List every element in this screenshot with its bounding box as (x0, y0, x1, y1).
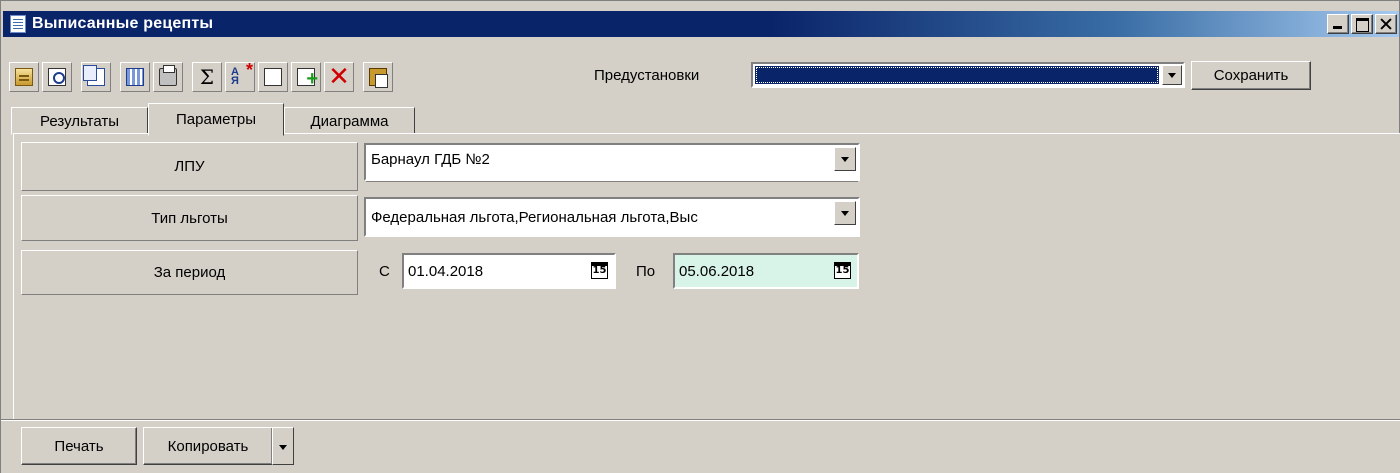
minimize-icon[interactable] (1327, 14, 1349, 34)
calendar-icon[interactable]: 15 (591, 262, 608, 279)
benefit-type-value: Федеральная льгота,Региональная льгота,В… (371, 208, 698, 226)
app-document-icon (10, 15, 26, 33)
delete-icon: ✕ (328, 62, 350, 92)
window-controls (1327, 14, 1397, 34)
delete-button[interactable]: ✕ (324, 62, 354, 92)
lpu-label: ЛПУ (21, 142, 358, 191)
from-date-label: С (379, 263, 390, 280)
chevron-down-icon[interactable] (834, 147, 856, 171)
save-button[interactable]: Сохранить (1191, 61, 1311, 90)
print-preview-button[interactable] (42, 62, 72, 92)
lpu-divider (366, 181, 858, 187)
calendar-icon[interactable]: 15 (834, 262, 851, 279)
sort-button[interactable]: А Я * (225, 61, 255, 92)
copy-icon (83, 65, 105, 86)
chevron-down-icon[interactable] (834, 201, 856, 225)
window: Выписанные рецепты Σ А Я * ✕ Предустановк… (0, 0, 1400, 473)
lpu-value: Барнаул ГДБ №2 (371, 150, 490, 168)
chevron-down-icon[interactable] (1162, 65, 1182, 85)
copy-button[interactable]: Копировать (143, 427, 273, 465)
copy-toolbar-button[interactable] (81, 62, 111, 92)
sort-star-icon: * (245, 60, 253, 80)
presets-dropdown[interactable] (751, 62, 1185, 88)
properties-button[interactable] (9, 62, 39, 92)
benefit-type-label: Тип льготы (21, 195, 358, 241)
tab-diagram[interactable]: Диаграмма (284, 107, 415, 135)
calendar-icon-glyph: 15 (835, 265, 850, 276)
tab-results[interactable]: Результаты (11, 107, 148, 135)
to-date-value: 05.06.2018 (679, 262, 755, 280)
window-title: Выписанные рецепты (32, 15, 214, 32)
toolbar: Σ А Я * ✕ (9, 61, 396, 93)
new-document-button[interactable] (258, 62, 288, 92)
to-date-label: По (636, 263, 656, 280)
lpu-dropdown[interactable]: Барнаул ГДБ №2 (364, 143, 860, 181)
presets-selected-value (755, 66, 1159, 84)
sort-icon-glyph: А Я (231, 66, 239, 87)
add-document-button[interactable] (291, 62, 321, 92)
paste-button[interactable] (363, 62, 393, 92)
maximize-icon[interactable] (1351, 14, 1373, 34)
properties-icon (15, 68, 33, 86)
benefit-type-dropdown[interactable]: Федеральная льгота,Региональная льгота,В… (364, 197, 860, 237)
print-preview-icon (48, 68, 66, 86)
sum-button[interactable]: Σ (192, 62, 222, 92)
from-date-field[interactable]: 01.04.2018 15 (402, 253, 616, 289)
presets-label: Предустановки (594, 67, 700, 84)
sort-icon: А Я * (231, 61, 253, 87)
tab-parameters[interactable]: Параметры (148, 103, 284, 136)
title-bar[interactable]: Выписанные рецепты (3, 11, 1399, 37)
from-date-value: 01.04.2018 (408, 262, 484, 280)
period-label: За период (21, 250, 358, 295)
paste-icon (369, 68, 388, 88)
new-document-icon (264, 68, 282, 86)
close-icon[interactable] (1375, 14, 1397, 34)
calculator-button[interactable] (120, 62, 150, 92)
printer-icon (159, 65, 177, 86)
printer-button[interactable] (153, 62, 183, 92)
calculator-icon (126, 68, 144, 86)
sum-icon: Σ (199, 65, 215, 89)
calendar-icon-glyph: 15 (592, 265, 607, 276)
to-date-field[interactable]: 05.06.2018 15 (673, 253, 859, 289)
add-document-icon (297, 68, 318, 91)
copy-options-chevron-down-icon[interactable] (272, 427, 294, 465)
print-button[interactable]: Печать (21, 427, 137, 465)
